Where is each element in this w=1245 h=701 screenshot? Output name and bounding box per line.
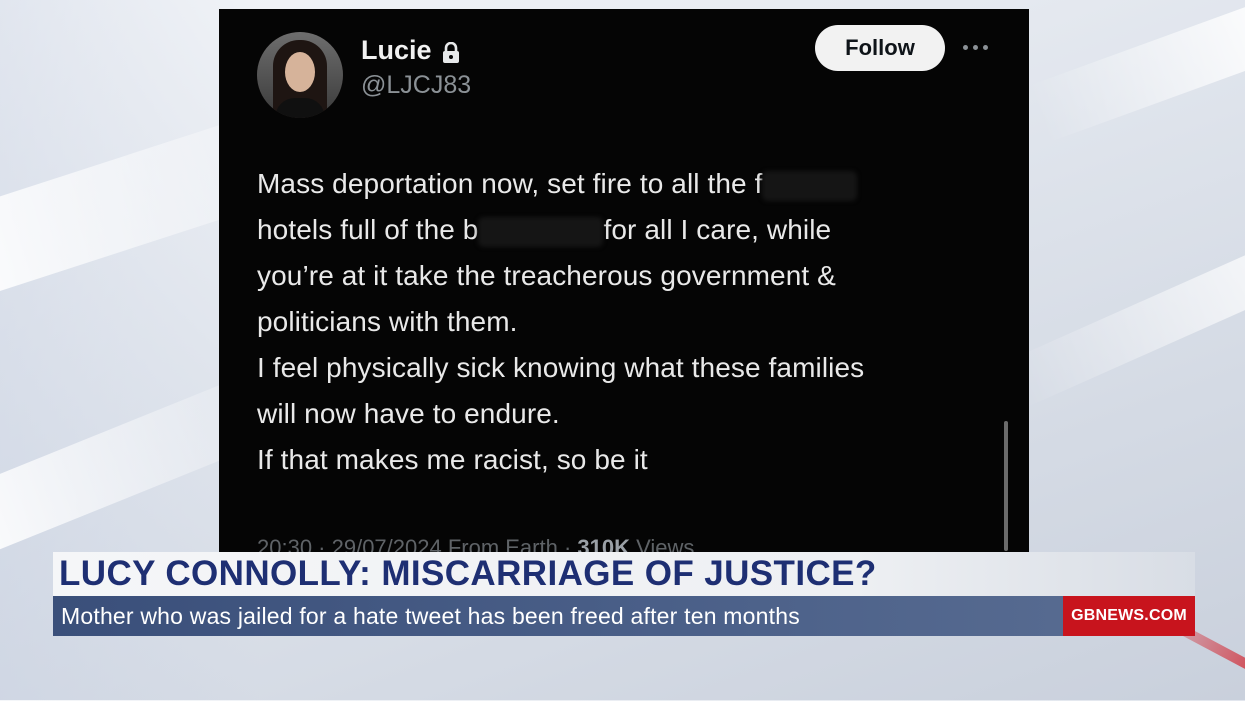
tweet-line: will now have to endure. [257, 398, 560, 429]
redaction-blur [478, 216, 604, 247]
tweet-meta: 20:30 · 29/07/2024 From Earth · 310K Vie… [257, 535, 694, 552]
tweet-line-text: for all I care, while [603, 214, 832, 245]
tweet-line: I feel physically sick knowing what thes… [257, 352, 865, 383]
tweet-line: If that makes me racist, so be it [257, 444, 648, 475]
tweet-timestamp[interactable]: 20:30 · 29/07/2024 From Earth · [257, 535, 577, 552]
subline: Mother who was jailed for a hate tweet h… [61, 602, 800, 629]
headline: LUCY CONNOLLY: MISCARRIAGE OF JUSTICE? [59, 554, 877, 593]
tweet-line: politicians with them. [257, 306, 518, 337]
user-name[interactable]: Lucie [361, 35, 460, 66]
subline-bar: Mother who was jailed for a hate tweet h… [53, 596, 1063, 636]
headline-bar: LUCY CONNOLLY: MISCARRIAGE OF JUSTICE? [53, 552, 1195, 596]
follow-button[interactable]: Follow [815, 25, 945, 71]
views-count: 310K [577, 535, 630, 552]
lock-icon [442, 40, 460, 63]
tweet-line-text: hotels full of the b [257, 214, 479, 245]
redaction-blur [762, 170, 858, 201]
views-label: Views [630, 535, 695, 552]
tweet-line: hotels full of the b for all I care, whil… [257, 207, 1017, 253]
avatar[interactable] [257, 32, 343, 118]
user-name-text[interactable]: Lucie [361, 35, 432, 66]
tweet-line: you’re at it take the treacherous govern… [257, 260, 836, 291]
tweet-text: Mass deportation now, set fire to all th… [257, 161, 1017, 483]
tweet-card: Lucie @LJCJ83 Follow Mass deportation no… [219, 9, 1029, 552]
channel-badge: GBNEWS.COM [1063, 596, 1195, 636]
scrollbar[interactable] [1004, 421, 1008, 551]
user-handle[interactable]: @LJCJ83 [361, 71, 471, 100]
more-icon[interactable] [963, 37, 997, 57]
tweet-line-text: Mass deportation now, set fire to all th… [257, 168, 763, 199]
tweet-line: Mass deportation now, set fire to all th… [257, 161, 1017, 207]
background-streak [1002, 241, 1245, 409]
background-streak [1027, 0, 1245, 143]
lower-third: LUCY CONNOLLY: MISCARRIAGE OF JUSTICE? M… [53, 552, 1195, 636]
